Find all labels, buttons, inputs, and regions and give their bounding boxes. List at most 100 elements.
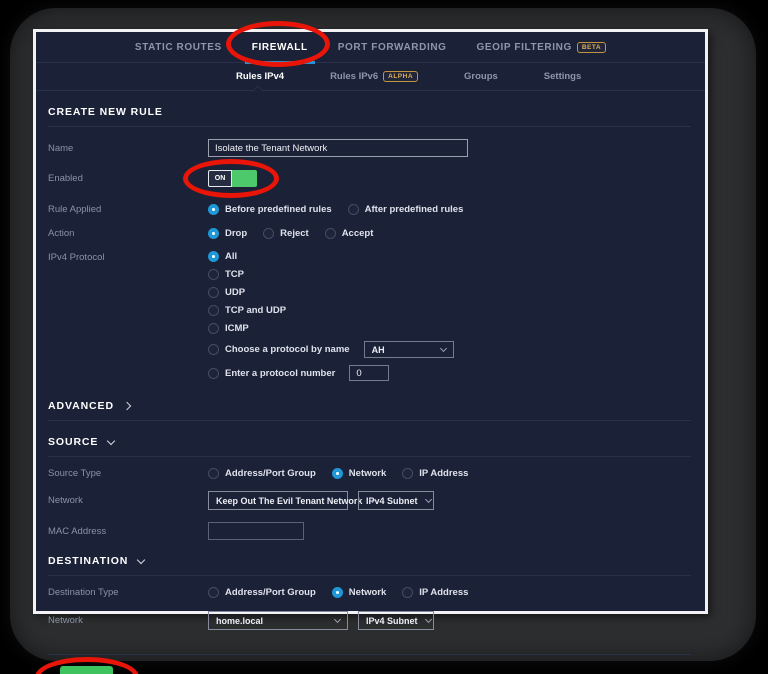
tab-port-forwarding[interactable]: PORT FORWARDING xyxy=(336,33,449,62)
section-create-new-rule: CREATE NEW RULE xyxy=(48,106,691,127)
chevron-down-icon xyxy=(439,344,447,353)
radio-label: IP Address xyxy=(419,587,469,598)
chevron-down-icon xyxy=(424,615,432,624)
radio-protocol-tcp[interactable]: TCP xyxy=(208,269,454,280)
unifi-settings-panel: STATIC ROUTES FIREWALL PORT FORWARDING G… xyxy=(33,20,708,674)
radio-label: All xyxy=(225,251,238,262)
radio-unselected-icon xyxy=(208,269,219,280)
radio-unselected-icon xyxy=(324,228,336,239)
radio-protocol-tcp-udp[interactable]: TCP and UDP xyxy=(208,305,454,316)
radio-label: Before predefined rules xyxy=(225,204,332,215)
subtab-rules-ipv6-label: Rules IPv6 xyxy=(330,71,379,82)
radio-label: Reject xyxy=(280,228,309,239)
subtab-rules-ipv6[interactable]: Rules IPv6 ALPHA xyxy=(330,71,419,82)
radio-destination-address-port-group[interactable]: Address/Port Group xyxy=(208,587,316,598)
radio-unselected-icon xyxy=(208,587,219,598)
screenshot-window-frame: STATIC ROUTES FIREWALL PORT FORWARDING G… xyxy=(10,8,756,674)
radio-unselected-icon xyxy=(402,587,414,598)
source-network-dropdown[interactable]: Keep Out The Evil Tenant Network xyxy=(208,491,377,510)
action-label: Action xyxy=(48,228,75,239)
destination-title: DESTINATION xyxy=(48,555,129,567)
section-source[interactable]: SOURCE xyxy=(48,436,691,457)
radio-action-reject[interactable]: Reject xyxy=(263,228,309,239)
tab-geoip-label: GEOIP FILTERING xyxy=(476,41,572,53)
chevron-down-icon xyxy=(424,495,432,504)
create-rule-form: CREATE NEW RULE Name Enabled ON Rule App… xyxy=(35,106,705,674)
radio-label: After predefined rules xyxy=(364,204,464,215)
radio-label: Enter a protocol number xyxy=(225,367,336,379)
mac-address-label: MAC Address xyxy=(48,525,107,537)
protocol-name-dropdown[interactable]: AH xyxy=(363,341,454,358)
toggle-on-text: ON xyxy=(208,170,232,187)
destination-subnet-value: IPv4 Subnet xyxy=(366,615,418,626)
radio-unselected-icon xyxy=(208,287,219,298)
name-label: Name xyxy=(48,142,74,154)
advanced-title: ADVANCED xyxy=(48,400,114,412)
radio-destination-ip-address[interactable]: IP Address xyxy=(402,587,468,598)
tab-geoip-filtering[interactable]: GEOIP FILTERING BETA xyxy=(475,33,609,62)
radio-label: Accept xyxy=(341,228,374,239)
subtab-rules-ipv4[interactable]: Rules IPv4 xyxy=(236,71,284,82)
section-advanced[interactable]: ADVANCED xyxy=(48,400,691,421)
sub-tab-bar: Rules IPv4 Rules IPv6 ALPHA Groups Settin… xyxy=(36,63,705,97)
tab-firewall-label: FIREWALL xyxy=(251,41,308,53)
section-destination[interactable]: DESTINATION xyxy=(48,555,691,576)
save-button[interactable]: SAVE xyxy=(60,666,113,674)
toggle-green-slider xyxy=(232,170,257,187)
radio-selected-icon xyxy=(208,228,219,239)
subtab-groups[interactable]: Groups xyxy=(464,71,498,82)
radio-before-predefined[interactable]: Before predefined rules xyxy=(208,204,332,215)
radio-protocol-by-number[interactable]: Enter a protocol number xyxy=(208,365,454,381)
enabled-label: Enabled xyxy=(48,173,83,184)
radio-unselected-icon xyxy=(208,367,219,379)
destination-network-dropdown[interactable]: home.local xyxy=(208,611,348,630)
radio-action-drop[interactable]: Drop xyxy=(208,228,247,239)
radio-protocol-by-name[interactable]: Choose a protocol by name AH xyxy=(208,341,454,358)
radio-protocol-udp[interactable]: UDP xyxy=(208,287,454,298)
ipv4-protocol-label: IPv4 Protocol xyxy=(48,252,105,263)
rule-applied-label: Rule Applied xyxy=(48,204,102,215)
source-title: SOURCE xyxy=(48,436,99,448)
radio-destination-network[interactable]: Network xyxy=(331,587,386,598)
subtab-settings[interactable]: Settings xyxy=(544,71,581,82)
radio-label: IP Address xyxy=(419,468,469,479)
radio-selected-icon xyxy=(208,204,219,215)
radio-unselected-icon xyxy=(402,468,414,479)
radio-source-ip-address[interactable]: IP Address xyxy=(402,468,468,479)
radio-source-address-port-group[interactable]: Address/Port Group xyxy=(208,468,316,479)
radio-action-accept[interactable]: Accept xyxy=(324,228,374,239)
radio-label: Choose a protocol by name xyxy=(225,344,350,355)
radio-label: ICMP xyxy=(225,323,249,334)
radio-selected-icon xyxy=(208,251,219,262)
destination-subnet-dropdown[interactable]: IPv4 Subnet xyxy=(358,611,434,630)
destination-type-label: Destination Type xyxy=(48,587,119,598)
radio-unselected-icon xyxy=(263,228,275,239)
chevron-down-icon xyxy=(137,555,146,564)
form-footer: SAVE CANCEL xyxy=(35,655,691,674)
radio-label: Address/Port Group xyxy=(225,587,316,598)
chevron-down-icon xyxy=(333,615,342,624)
radio-label: TCP and UDP xyxy=(225,305,287,316)
create-rule-title: CREATE NEW RULE xyxy=(48,106,163,118)
chevron-down-icon xyxy=(107,436,116,445)
active-subtab-notch xyxy=(252,85,264,97)
radio-label: Address/Port Group xyxy=(225,468,316,479)
enabled-toggle[interactable]: ON xyxy=(183,159,279,198)
radio-label: Network xyxy=(348,468,387,479)
radio-unselected-icon xyxy=(208,323,219,334)
beta-badge: BETA xyxy=(576,41,607,53)
tab-firewall[interactable]: FIREWALL xyxy=(225,20,330,67)
chevron-right-icon xyxy=(122,401,132,411)
radio-protocol-all[interactable]: All xyxy=(208,251,454,262)
source-type-label: Source Type xyxy=(48,468,102,479)
radio-protocol-icmp[interactable]: ICMP xyxy=(208,323,454,334)
main-tab-bar: STATIC ROUTES FIREWALL PORT FORWARDING G… xyxy=(36,20,705,67)
radio-after-predefined[interactable]: After predefined rules xyxy=(347,204,464,215)
mac-address-input[interactable] xyxy=(208,522,304,540)
radio-label: UDP xyxy=(225,287,246,298)
radio-unselected-icon xyxy=(208,344,219,355)
tab-static-routes[interactable]: STATIC ROUTES xyxy=(133,33,224,62)
rule-name-input[interactable] xyxy=(208,139,468,157)
protocol-number-input[interactable] xyxy=(349,365,390,381)
radio-source-network[interactable]: Network xyxy=(331,468,387,479)
